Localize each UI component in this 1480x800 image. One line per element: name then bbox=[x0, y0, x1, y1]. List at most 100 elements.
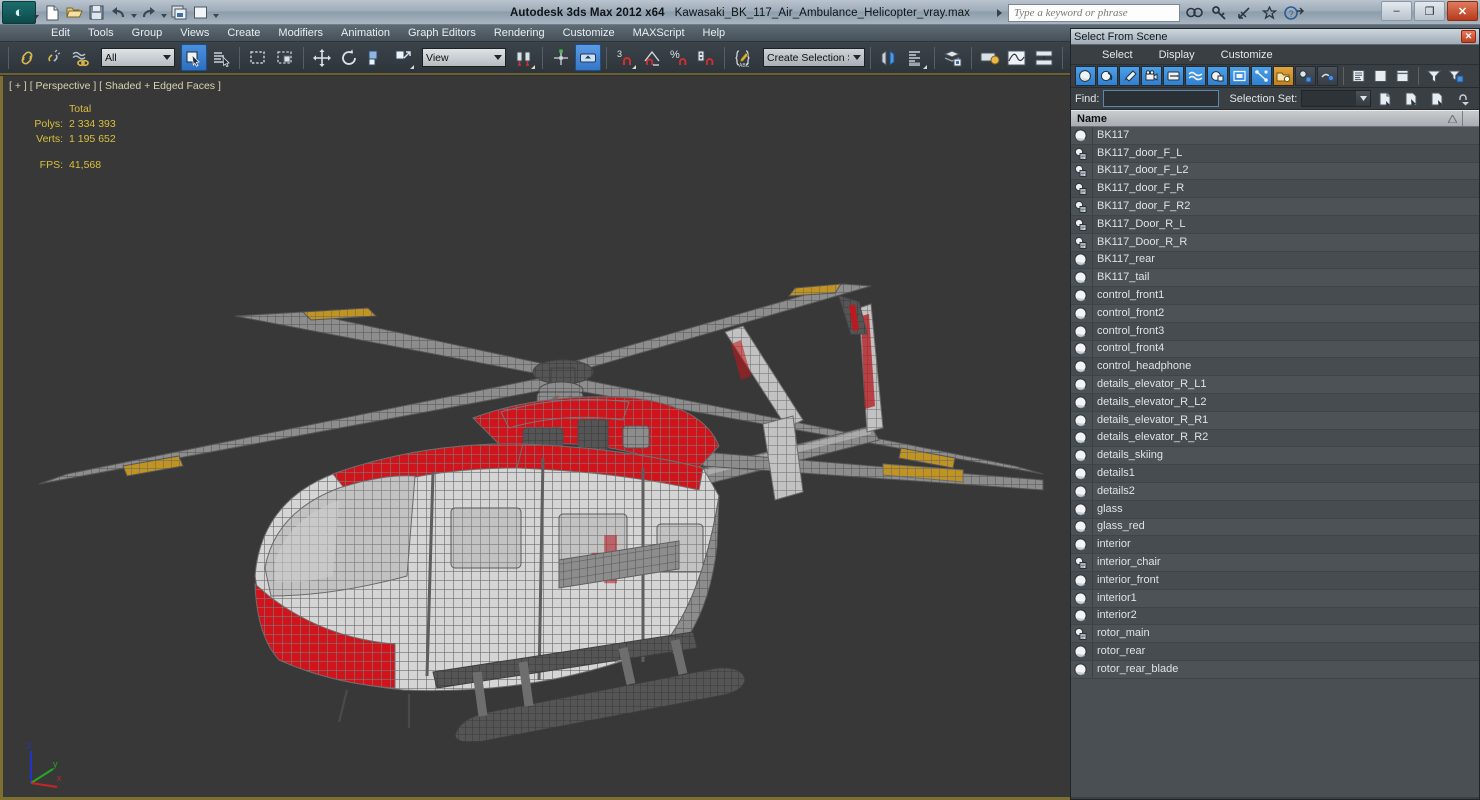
close-button[interactable]: ✕ bbox=[1447, 1, 1478, 21]
undo-icon[interactable] bbox=[108, 3, 129, 23]
scene-object-list[interactable]: BK117 BK117_door_F_L BK117_door_F_L2 BK117_… bbox=[1071, 127, 1479, 797]
menu-help[interactable]: Help bbox=[694, 25, 735, 41]
display-groups-icon[interactable] bbox=[1207, 66, 1228, 86]
minimize-button[interactable]: – bbox=[1381, 1, 1412, 21]
menu-create[interactable]: Create bbox=[218, 25, 269, 41]
angle-snap-toggle-icon[interactable] bbox=[639, 44, 665, 71]
dialog-menu-display[interactable]: Display bbox=[1146, 49, 1208, 61]
list-item[interactable]: details_elevator_R_R2 bbox=[1071, 429, 1479, 448]
display-children-icon[interactable] bbox=[1295, 66, 1316, 86]
key-help-icon[interactable] bbox=[1209, 3, 1230, 22]
list-item[interactable]: control_front3 bbox=[1071, 322, 1479, 341]
menu-animation[interactable]: Animation bbox=[332, 25, 399, 41]
list-item[interactable]: control_headphone bbox=[1071, 358, 1479, 377]
list-item[interactable]: interior1 bbox=[1071, 589, 1479, 608]
menu-edit[interactable]: Edit bbox=[42, 25, 79, 41]
configure-filter-icon[interactable] bbox=[1445, 66, 1466, 86]
dialog-menu-customize[interactable]: Customize bbox=[1208, 49, 1286, 61]
menu-customize[interactable]: Customize bbox=[554, 25, 624, 41]
redo-dropdown-icon[interactable] bbox=[161, 14, 167, 18]
perspective-viewport[interactable]: [ + ] [ Perspective ] [ Shaded + Edged F… bbox=[0, 76, 1070, 800]
application-menu-caret-icon[interactable] bbox=[33, 15, 39, 19]
customize-qat-icon[interactable] bbox=[213, 14, 219, 18]
keyboard-shortcut-override-icon[interactable] bbox=[575, 44, 601, 71]
undo-dropdown-icon[interactable] bbox=[131, 14, 137, 18]
list-item[interactable]: control_front2 bbox=[1071, 304, 1479, 323]
remove-set-icon[interactable] bbox=[1427, 89, 1448, 109]
dialog-close-button[interactable]: ✕ bbox=[1461, 30, 1476, 43]
use-pivot-point-center-icon[interactable] bbox=[511, 44, 537, 71]
menu-rendering[interactable]: Rendering bbox=[485, 25, 554, 41]
select-from-scene-dialog[interactable]: Select From Scene ✕ Select Display Custo… bbox=[1070, 28, 1480, 800]
search-input[interactable]: Type a keyword or phrase bbox=[1008, 3, 1180, 22]
list-item[interactable]: glass bbox=[1071, 500, 1479, 519]
display-bone-objects-icon[interactable] bbox=[1251, 66, 1272, 86]
list-item[interactable]: interior_front bbox=[1071, 571, 1479, 590]
selection-filter-combo[interactable]: All bbox=[101, 48, 175, 67]
sort-ascending-icon[interactable] bbox=[1448, 115, 1457, 123]
create-new-set-icon[interactable] bbox=[1375, 89, 1396, 109]
list-item[interactable]: rotor_rear bbox=[1071, 643, 1479, 661]
helicopter-model[interactable] bbox=[3, 76, 1070, 800]
display-shapes-icon[interactable] bbox=[1097, 66, 1118, 86]
display-containers-icon[interactable] bbox=[1273, 66, 1294, 86]
save-file-icon[interactable] bbox=[86, 3, 107, 23]
list-item[interactable]: glass_red bbox=[1071, 518, 1479, 537]
display-helpers-icon[interactable] bbox=[1163, 66, 1184, 86]
list-item[interactable]: details_elevator_R_R1 bbox=[1071, 411, 1479, 430]
satellite-help-icon[interactable] bbox=[1234, 3, 1255, 22]
menu-group[interactable]: Group bbox=[123, 25, 172, 41]
select-and-rotate-icon[interactable] bbox=[336, 44, 362, 71]
menu-graph-editors[interactable]: Graph Editors bbox=[399, 25, 485, 41]
infocenter-expand-icon[interactable] bbox=[997, 8, 1002, 17]
curve-editor-icon[interactable] bbox=[1004, 44, 1030, 71]
set-project-folder-icon[interactable] bbox=[168, 3, 189, 23]
render-frame-icon[interactable] bbox=[190, 3, 211, 23]
favorites-star-icon[interactable] bbox=[1259, 3, 1280, 22]
expand-all-icon[interactable] bbox=[1370, 66, 1391, 86]
display-space-warps-icon[interactable] bbox=[1185, 66, 1206, 86]
list-item[interactable]: control_front1 bbox=[1071, 287, 1479, 305]
restore-button[interactable]: ❐ bbox=[1414, 1, 1445, 21]
menu-tools[interactable]: Tools bbox=[79, 25, 123, 41]
toggle-ribbon-icon[interactable] bbox=[977, 44, 1003, 71]
select-object-icon[interactable] bbox=[181, 44, 207, 71]
redo-icon[interactable] bbox=[138, 3, 159, 23]
reference-coordinate-system-combo[interactable]: View bbox=[422, 48, 506, 67]
spinner-snap-toggle-icon[interactable] bbox=[693, 44, 719, 71]
mirror-icon[interactable] bbox=[876, 44, 902, 71]
select-and-move-icon[interactable] bbox=[309, 44, 335, 71]
select-and-link-icon[interactable] bbox=[14, 44, 40, 71]
selection-set-combo[interactable] bbox=[1301, 90, 1371, 107]
edit-named-selection-sets-icon[interactable]: ABC bbox=[730, 44, 756, 71]
list-item[interactable]: control_front4 bbox=[1071, 340, 1479, 359]
display-cameras-icon[interactable] bbox=[1141, 66, 1162, 86]
window-crossing-icon[interactable] bbox=[272, 44, 298, 71]
select-by-name-icon[interactable] bbox=[208, 44, 234, 71]
column-header-name[interactable]: Name bbox=[1071, 110, 1479, 127]
dialog-title-bar[interactable]: Select From Scene ✕ bbox=[1071, 29, 1479, 45]
display-influences-icon[interactable] bbox=[1317, 66, 1338, 86]
select-set-icon[interactable] bbox=[1401, 89, 1422, 109]
list-item[interactable]: BK117_door_F_L2 bbox=[1071, 162, 1479, 181]
list-item[interactable]: BK117_door_F_R bbox=[1071, 180, 1479, 199]
display-xrefs-icon[interactable] bbox=[1229, 66, 1250, 86]
display-geometry-icon[interactable] bbox=[1075, 66, 1096, 86]
sort-options-icon[interactable] bbox=[1453, 89, 1474, 109]
list-item[interactable]: interior2 bbox=[1071, 607, 1479, 626]
select-and-scale-icon[interactable] bbox=[363, 44, 389, 71]
dialog-menu-select[interactable]: Select bbox=[1089, 49, 1146, 61]
schematic-view-icon[interactable] bbox=[1031, 44, 1057, 71]
list-item[interactable]: interior bbox=[1071, 536, 1479, 555]
align-icon[interactable] bbox=[903, 44, 929, 71]
snaps-toggle-icon[interactable]: 3 bbox=[612, 44, 638, 71]
list-item[interactable]: details1 bbox=[1071, 465, 1479, 483]
list-item[interactable]: details_skiing bbox=[1071, 447, 1479, 466]
filter-funnel-icon[interactable] bbox=[1423, 66, 1444, 86]
unlink-selection-icon[interactable] bbox=[41, 44, 67, 71]
use-center-flyout-icon[interactable] bbox=[390, 44, 416, 71]
percent-snap-toggle-icon[interactable]: % bbox=[666, 44, 692, 71]
named-selection-set-combo[interactable]: Create Selection Se bbox=[763, 48, 865, 67]
display-lights-icon[interactable] bbox=[1119, 66, 1140, 86]
list-item[interactable]: BK117_Door_R_R bbox=[1071, 233, 1479, 252]
